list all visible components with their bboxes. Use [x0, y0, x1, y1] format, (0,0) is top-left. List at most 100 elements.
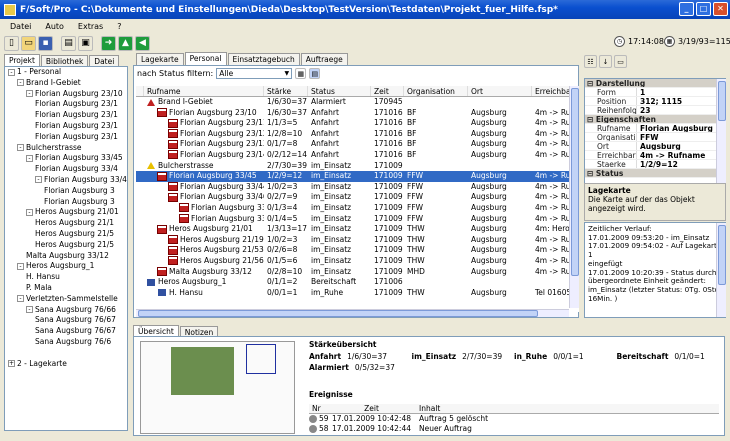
property-value[interactable]: 1 [637, 88, 645, 96]
tab-lagekarte[interactable]: Lagekarte [136, 53, 184, 65]
table-hscroll-thumb[interactable] [138, 310, 538, 317]
property-row[interactable]: OrganisationFFW [585, 133, 725, 142]
tree-item[interactable]: Malta Augsburg 33/12 [5, 251, 127, 262]
tree-item[interactable]: - Florian Augsburg 33/4 [5, 175, 127, 186]
property-value[interactable]: Florian Augsburg [637, 124, 713, 132]
arrow-up-icon[interactable]: ▲ [118, 35, 133, 51]
tree-item[interactable]: Florian Augsburg 3 [5, 186, 127, 197]
table-row[interactable]: Florian Augsburg 23/13 0/1/7=8 Anfahrt 1710… [136, 139, 579, 150]
props-vscroll-thumb[interactable] [718, 81, 726, 121]
chevron-down-icon[interactable]: ▼ [282, 69, 291, 78]
open-folder-icon[interactable]: ▭ [21, 35, 36, 51]
viewport-frame[interactable] [246, 344, 276, 374]
collapse-icon[interactable]: - [17, 144, 24, 152]
collapse-icon[interactable]: ⊟ [587, 169, 596, 177]
map-overview-thumbnail[interactable] [140, 341, 295, 434]
tree-item[interactable]: +2 - Lagekarte [5, 359, 127, 370]
tree-item[interactable]: Heros Augsburg 21/5 [5, 229, 127, 240]
table-row[interactable]: Florian Augsburg 23/12 1/2/8=10 Anfahrt 171… [136, 129, 579, 140]
tree-item[interactable]: - Florian Augsburg 33/45 [5, 153, 127, 164]
tree-item[interactable]: -1 - Personal [5, 67, 127, 78]
table-row[interactable]: Heros Augsburg 21/01 1/3/13=17 im_Einsatz 1… [136, 224, 579, 235]
tree-item[interactable]: - Brand I-Gebiet [5, 78, 127, 89]
tree-item[interactable]: Florian Augsburg 23/1 [5, 99, 127, 110]
table-row[interactable]: Heros Augsburg 21/53 0/2/6=8 im_Einsatz 171… [136, 245, 579, 256]
col-organisation[interactable]: Organisation [404, 86, 468, 96]
property-category[interactable]: ⊟ Darstellung [585, 79, 725, 88]
table-row[interactable]: Heros Augsburg 21/56 0/1/5=6 im_Einsatz 171… [136, 256, 579, 267]
col-zeit[interactable]: Zeit [371, 86, 404, 96]
sort-alpha-icon[interactable]: ↓ [599, 55, 612, 68]
tree-item[interactable]: Florian Augsburg 23/1 [5, 121, 127, 132]
property-value[interactable]: 4m -> Rufname [637, 151, 705, 159]
table-row[interactable]: Malta Augsburg 33/12 0/2/8=10 im_Einsatz 17… [136, 267, 579, 278]
col-status[interactable]: Status [308, 86, 371, 96]
tab-personal[interactable]: Personal [184, 52, 227, 65]
collapse-icon[interactable]: - [26, 90, 33, 98]
window-title-bar[interactable]: F/Soft/Pro - C:\Dokumente und Einstellun… [0, 0, 730, 19]
minimize-button[interactable]: _ [679, 2, 694, 16]
property-pages-icon[interactable]: ▭ [614, 55, 627, 68]
tree-item[interactable]: Florian Augsburg 23/1 [5, 132, 127, 143]
tree-item[interactable]: H. Hansu [5, 272, 127, 283]
collapse-icon[interactable]: - [17, 79, 24, 87]
menu-datei[interactable]: Datei [10, 22, 31, 31]
table-row[interactable]: Heros Augsburg 21/19 1/0/2=3 im_Einsatz 171… [136, 235, 579, 246]
col-inhalt[interactable]: Inhalt [414, 404, 440, 413]
property-value[interactable]: Augsburg [637, 142, 681, 150]
grid-view-icon[interactable]: ▦ [295, 68, 307, 79]
property-row[interactable]: Staerke 1/2/9=12 [585, 160, 725, 169]
property-row[interactable]: Erreichbarkeit4m -> Rufname [585, 151, 725, 160]
property-category[interactable]: ⊟ Status [585, 169, 725, 178]
collapse-icon[interactable]: - [26, 154, 33, 162]
tree-item[interactable]: - Heros Augsburg_1 [5, 261, 127, 272]
tree-item[interactable]: Florian Augsburg 33/4 [5, 164, 127, 175]
maximize-button[interactable]: □ [696, 2, 711, 16]
personal-table[interactable]: Rufname Stärke Status Zeit Organisation … [136, 86, 579, 312]
table-row[interactable]: Florian Augsburg 33/45 1/2/9=12 im_Einsatz… [136, 171, 579, 182]
col-rufname[interactable]: Rufname [144, 86, 264, 96]
col-nr[interactable]: Nr [309, 404, 329, 413]
status-filter-select[interactable]: Alle ▼ [216, 68, 293, 79]
col-zeit-ev[interactable]: Zeit [329, 404, 414, 413]
tree-item[interactable]: - Sana Augsburg 76/66 [5, 305, 127, 316]
property-grid[interactable]: ⊟ Darstellung Form 1 Position 312; 1115 Reihe… [584, 78, 726, 184]
property-row[interactable]: Ort Augsburg [585, 142, 725, 151]
table-vscroll-thumb[interactable] [571, 88, 579, 276]
table-row[interactable]: Florian Augsburg 33/470/1/3=4 im_Einsatz 1… [136, 203, 579, 214]
collapse-icon[interactable]: - [26, 306, 33, 314]
collapse-icon[interactable]: - [26, 208, 33, 216]
arrow-right-icon[interactable]: ➜ [101, 35, 116, 51]
property-value[interactable]: FFW [637, 133, 659, 141]
tree-item[interactable]: - Florian Augsburg 23/10 [5, 89, 127, 100]
col-staerke[interactable]: Stärke [264, 86, 308, 96]
table-row[interactable]: Florian Augsburg 23/11 1/1/3=5 Anfahrt 1710… [136, 118, 579, 129]
log-vscroll[interactable] [716, 223, 726, 317]
tree-item[interactable] [5, 348, 127, 359]
tab-auftraege[interactable]: Auftraege [300, 53, 348, 65]
table-row[interactable]: Florian Augsburg 23/10 1/6/30=37 Anfahrt 17… [136, 108, 579, 119]
menu-extras[interactable]: Extras [78, 22, 103, 31]
table-hscroll[interactable] [136, 309, 569, 317]
project-tree[interactable]: -1 - Personal - Brand I-Gebiet - Florian Aug… [4, 66, 128, 431]
property-category[interactable]: ⊟ Eigenschaften [585, 115, 725, 124]
property-row[interactable]: Reihenfolge 23 [585, 106, 725, 115]
save-icon[interactable]: ▪ [38, 35, 53, 51]
tree-item[interactable]: Sana Augsburg 76/6 [5, 337, 127, 348]
log-vscroll-thumb[interactable] [718, 225, 726, 285]
table-vscroll[interactable] [569, 86, 579, 308]
expand-icon[interactable]: + [8, 360, 15, 368]
table-row[interactable]: Brand I-Gebiet 1/6/30=37 Alarmiert 170945 [136, 97, 579, 108]
categorized-icon[interactable]: ☷ [584, 55, 597, 68]
menu-auto[interactable]: Auto [45, 22, 64, 31]
tree-item[interactable]: - Heros Augsburg 21/01 [5, 207, 127, 218]
tree-item[interactable]: Heros Augsburg 21/1 [5, 218, 127, 229]
arrow-left-icon[interactable]: ◀ [135, 35, 150, 51]
property-value[interactable]: 312; 1115 [637, 97, 682, 105]
close-button[interactable]: ✕ [713, 2, 728, 16]
print-preview-icon[interactable]: ▣ [78, 35, 93, 51]
tab-einsatztagebuch[interactable]: Einsatztagebuch [227, 53, 300, 65]
collapse-icon[interactable]: - [17, 262, 24, 270]
table-row[interactable]: H. Hansu 0/0/1=1 im_Ruhe 171009 THW Augsburg T… [136, 288, 579, 299]
event-row[interactable]: 58 17.01.2009 10:42:44 Neuer Auftrag [309, 424, 719, 434]
